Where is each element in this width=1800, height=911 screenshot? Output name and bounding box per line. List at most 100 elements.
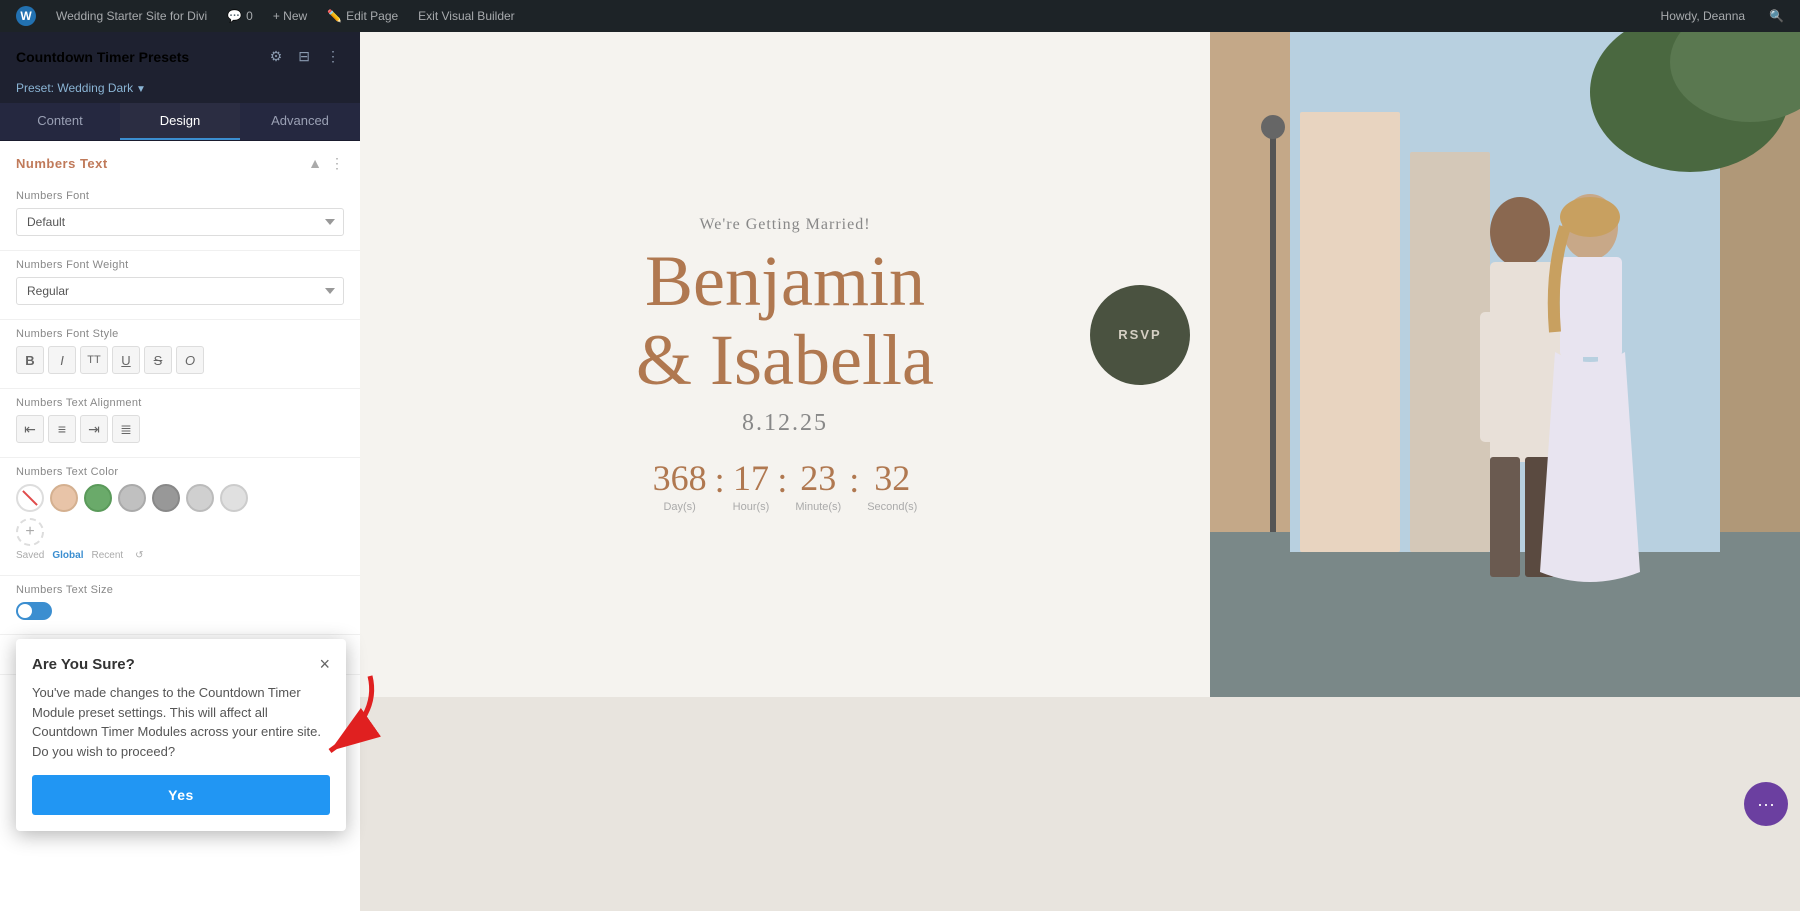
color-swatch-2[interactable] xyxy=(84,484,112,512)
italic-btn[interactable]: I xyxy=(48,346,76,374)
minutes-unit: 23 Minute(s) xyxy=(795,457,841,513)
color-add-btn[interactable]: + xyxy=(16,518,44,546)
days-number: 368 xyxy=(653,457,707,499)
alignment-row: ⇤ ≡ ⇥ ≣ xyxy=(16,415,344,443)
invite-card: We're Getting Married! Benjamin& Isabell… xyxy=(360,32,1210,697)
comments-item[interactable]: 💬 0 xyxy=(219,0,261,32)
numbers-text-alignment-field: Numbers Text Alignment ⇤ ≡ ⇥ ≣ xyxy=(0,389,360,458)
preset-row: Preset: Wedding Dark xyxy=(0,77,360,103)
global-label: Global xyxy=(52,550,83,561)
dialog-title: Are You Sure? xyxy=(32,656,135,673)
hours-number: 17 xyxy=(733,457,770,499)
seconds-label: Second(s) xyxy=(867,501,917,513)
layout-icon[interactable]: ⊟ xyxy=(294,40,314,73)
search-icon: 🔍 xyxy=(1769,9,1784,23)
numbers-text-color-label: Numbers Text Color xyxy=(16,466,344,478)
invite-date: 8.12.25 xyxy=(742,410,828,437)
color-swatch-4[interactable] xyxy=(152,484,180,512)
numbers-font-style-field: Numbers Font Style B I TT U S O xyxy=(0,320,360,389)
numbers-text-title: Numbers Text xyxy=(16,156,108,171)
panel-top-icons: ⚙ ⊟ ⋮ xyxy=(266,40,344,73)
invite-subtitle: We're Getting Married! xyxy=(699,216,870,234)
exit-builder-item[interactable]: Exit Visual Builder xyxy=(410,0,523,32)
sep-1: : xyxy=(715,457,725,501)
settings-section-icon[interactable]: ⋮ xyxy=(330,155,344,172)
bottom-section: ··· xyxy=(360,697,1800,911)
sep-2: : xyxy=(777,457,787,501)
search-icon-item[interactable]: 🔍 xyxy=(1761,9,1792,23)
numbers-font-style-label: Numbers Font Style xyxy=(16,328,344,340)
new-label: + New xyxy=(273,9,307,23)
underline-btn[interactable]: U xyxy=(112,346,140,374)
dots-label: ··· xyxy=(1757,794,1775,815)
wp-logo-item[interactable]: W xyxy=(8,0,44,32)
tab-content[interactable]: Content xyxy=(0,103,120,140)
invite-names: Benjamin& Isabella xyxy=(636,242,934,400)
color-swatch-row xyxy=(16,484,344,512)
tt-btn[interactable]: TT xyxy=(80,346,108,374)
hours-unit: 17 Hour(s) xyxy=(733,457,770,513)
countdown-row: 368 Day(s) : 17 Hour(s) : 23 Minute(s) :… xyxy=(653,457,918,513)
settings-icon[interactable]: ⚙ xyxy=(266,40,287,73)
comment-icon: 💬 xyxy=(227,9,242,23)
dialog-body: You've made changes to the Countdown Tim… xyxy=(32,683,330,761)
dialog-header: Are You Sure? × xyxy=(32,655,330,673)
photo-section xyxy=(1210,32,1800,697)
dialog-close-btn[interactable]: × xyxy=(319,655,330,673)
color-labels: Saved Global Recent ↺ xyxy=(16,550,344,561)
no-color-swatch[interactable] xyxy=(16,484,44,512)
align-right-btn[interactable]: ⇥ xyxy=(80,415,108,443)
admin-bar: W Wedding Starter Site for Divi 💬 0 + Ne… xyxy=(0,0,1800,32)
panel-preset[interactable]: Preset: Wedding Dark xyxy=(16,81,344,95)
numbers-text-size-field: Numbers Text Size xyxy=(0,576,360,635)
color-swatch-3[interactable] xyxy=(118,484,146,512)
color-swatch-5[interactable] xyxy=(186,484,214,512)
numbers-text-alignment-label: Numbers Text Alignment xyxy=(16,397,344,409)
toggle-row xyxy=(16,602,344,620)
seconds-unit: 32 Second(s) xyxy=(867,457,917,513)
color-swatch-1[interactable] xyxy=(50,484,78,512)
reset-icon[interactable]: ↺ xyxy=(135,550,143,561)
recent-label: Recent xyxy=(91,550,123,561)
bold-btn[interactable]: B xyxy=(16,346,44,374)
edit-icon: ✏️ xyxy=(327,9,342,23)
more-icon[interactable]: ⋮ xyxy=(322,40,344,73)
numbers-text-size-label: Numbers Text Size xyxy=(16,584,344,596)
minutes-number: 23 xyxy=(795,457,841,499)
admin-bar-right: Howdy, Deanna 🔍 xyxy=(1653,9,1792,23)
days-label: Day(s) xyxy=(653,501,707,513)
dialog-yes-button[interactable]: Yes xyxy=(32,775,330,815)
numbers-font-weight-label: Numbers Font Weight xyxy=(16,259,344,271)
seconds-number: 32 xyxy=(867,457,917,499)
panel-tabs: Content Design Advanced xyxy=(0,103,360,141)
oblique-btn[interactable]: O xyxy=(176,346,204,374)
minutes-label: Minute(s) xyxy=(795,501,841,513)
edit-page-item[interactable]: ✏️ Edit Page xyxy=(319,0,406,32)
align-justify-btn[interactable]: ≣ xyxy=(112,415,140,443)
size-toggle[interactable] xyxy=(16,602,52,620)
rsvp-label: RSVP xyxy=(1118,327,1161,342)
align-center-btn[interactable]: ≡ xyxy=(48,415,76,443)
strikethrough-btn[interactable]: S xyxy=(144,346,172,374)
site-name-label: Wedding Starter Site for Divi xyxy=(56,9,207,23)
hours-label: Hour(s) xyxy=(733,501,770,513)
panel-title-row: Countdown Timer Presets ⚙ ⊟ ⋮ xyxy=(0,32,360,77)
saved-label: Saved xyxy=(16,550,44,561)
tab-design[interactable]: Design xyxy=(120,103,240,140)
couple-photo xyxy=(1210,32,1800,697)
numbers-font-field: Numbers Font Default xyxy=(0,182,360,251)
numbers-font-select[interactable]: Default xyxy=(16,208,344,236)
tab-advanced[interactable]: Advanced xyxy=(240,103,360,140)
numbers-font-label: Numbers Font xyxy=(16,190,344,202)
dots-button[interactable]: ··· xyxy=(1744,782,1788,826)
align-left-btn[interactable]: ⇤ xyxy=(16,415,44,443)
collapse-icon[interactable]: ▲ xyxy=(308,155,322,172)
numbers-text-color-field: Numbers Text Color + Saved Global Recent… xyxy=(0,458,360,576)
rsvp-circle[interactable]: RSVP xyxy=(1090,285,1190,385)
numbers-font-weight-select[interactable]: Regular xyxy=(16,277,344,305)
new-item[interactable]: + New xyxy=(265,0,315,32)
main-area: We're Getting Married! Benjamin& Isabell… xyxy=(360,32,1800,911)
color-swatch-6[interactable] xyxy=(220,484,248,512)
site-name-item[interactable]: Wedding Starter Site for Divi xyxy=(48,0,215,32)
user-label-item: Howdy, Deanna xyxy=(1653,9,1754,23)
